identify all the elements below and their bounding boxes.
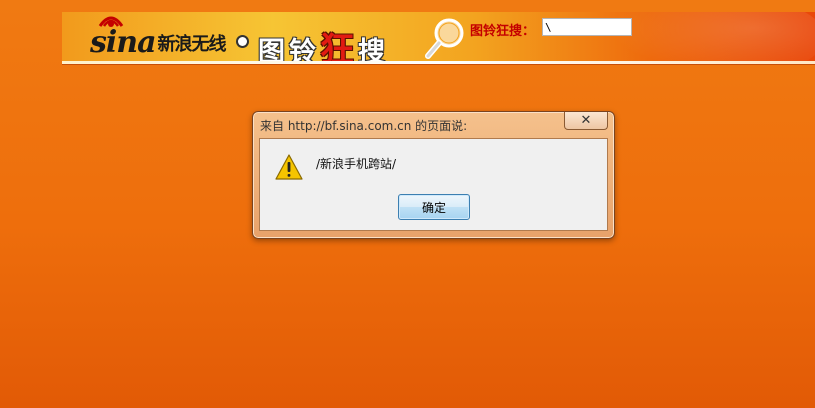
magnifier-icon xyxy=(425,18,464,59)
dialog-message: /新浪手机跨站/ xyxy=(316,157,397,171)
logo-cn-text: 新浪无线 xyxy=(157,34,227,55)
sina-logo[interactable]: sina 新浪无线 xyxy=(90,24,227,60)
close-button[interactable]: ✕ xyxy=(564,112,608,130)
search-label: 图铃狂搜： xyxy=(470,24,536,39)
close-icon: ✕ xyxy=(580,113,592,128)
brand-title: 图铃狂搜 xyxy=(258,22,389,64)
alert-dialog: 来自 http://bf.sina.com.cn 的页面说: ✕ /新浪手机跨站… xyxy=(252,111,615,239)
brand-highlight: 狂 xyxy=(320,30,358,64)
dialog-body: /新浪手机跨站/ 确定 xyxy=(259,138,608,231)
separator-dot xyxy=(238,37,247,46)
ok-button[interactable]: 确定 xyxy=(398,194,470,220)
brand-suffix: 搜 xyxy=(358,37,389,64)
warning-icon xyxy=(275,154,303,180)
dialog-title: 来自 http://bf.sina.com.cn 的页面说: xyxy=(260,119,468,133)
logo-text: sina xyxy=(90,25,157,60)
search-input[interactable] xyxy=(542,18,632,36)
header-banner: sina 新浪无线 图铃狂搜 图铃狂搜： xyxy=(62,12,815,64)
sina-eye-icon xyxy=(98,16,124,27)
brand-prefix: 图铃 xyxy=(258,37,320,64)
